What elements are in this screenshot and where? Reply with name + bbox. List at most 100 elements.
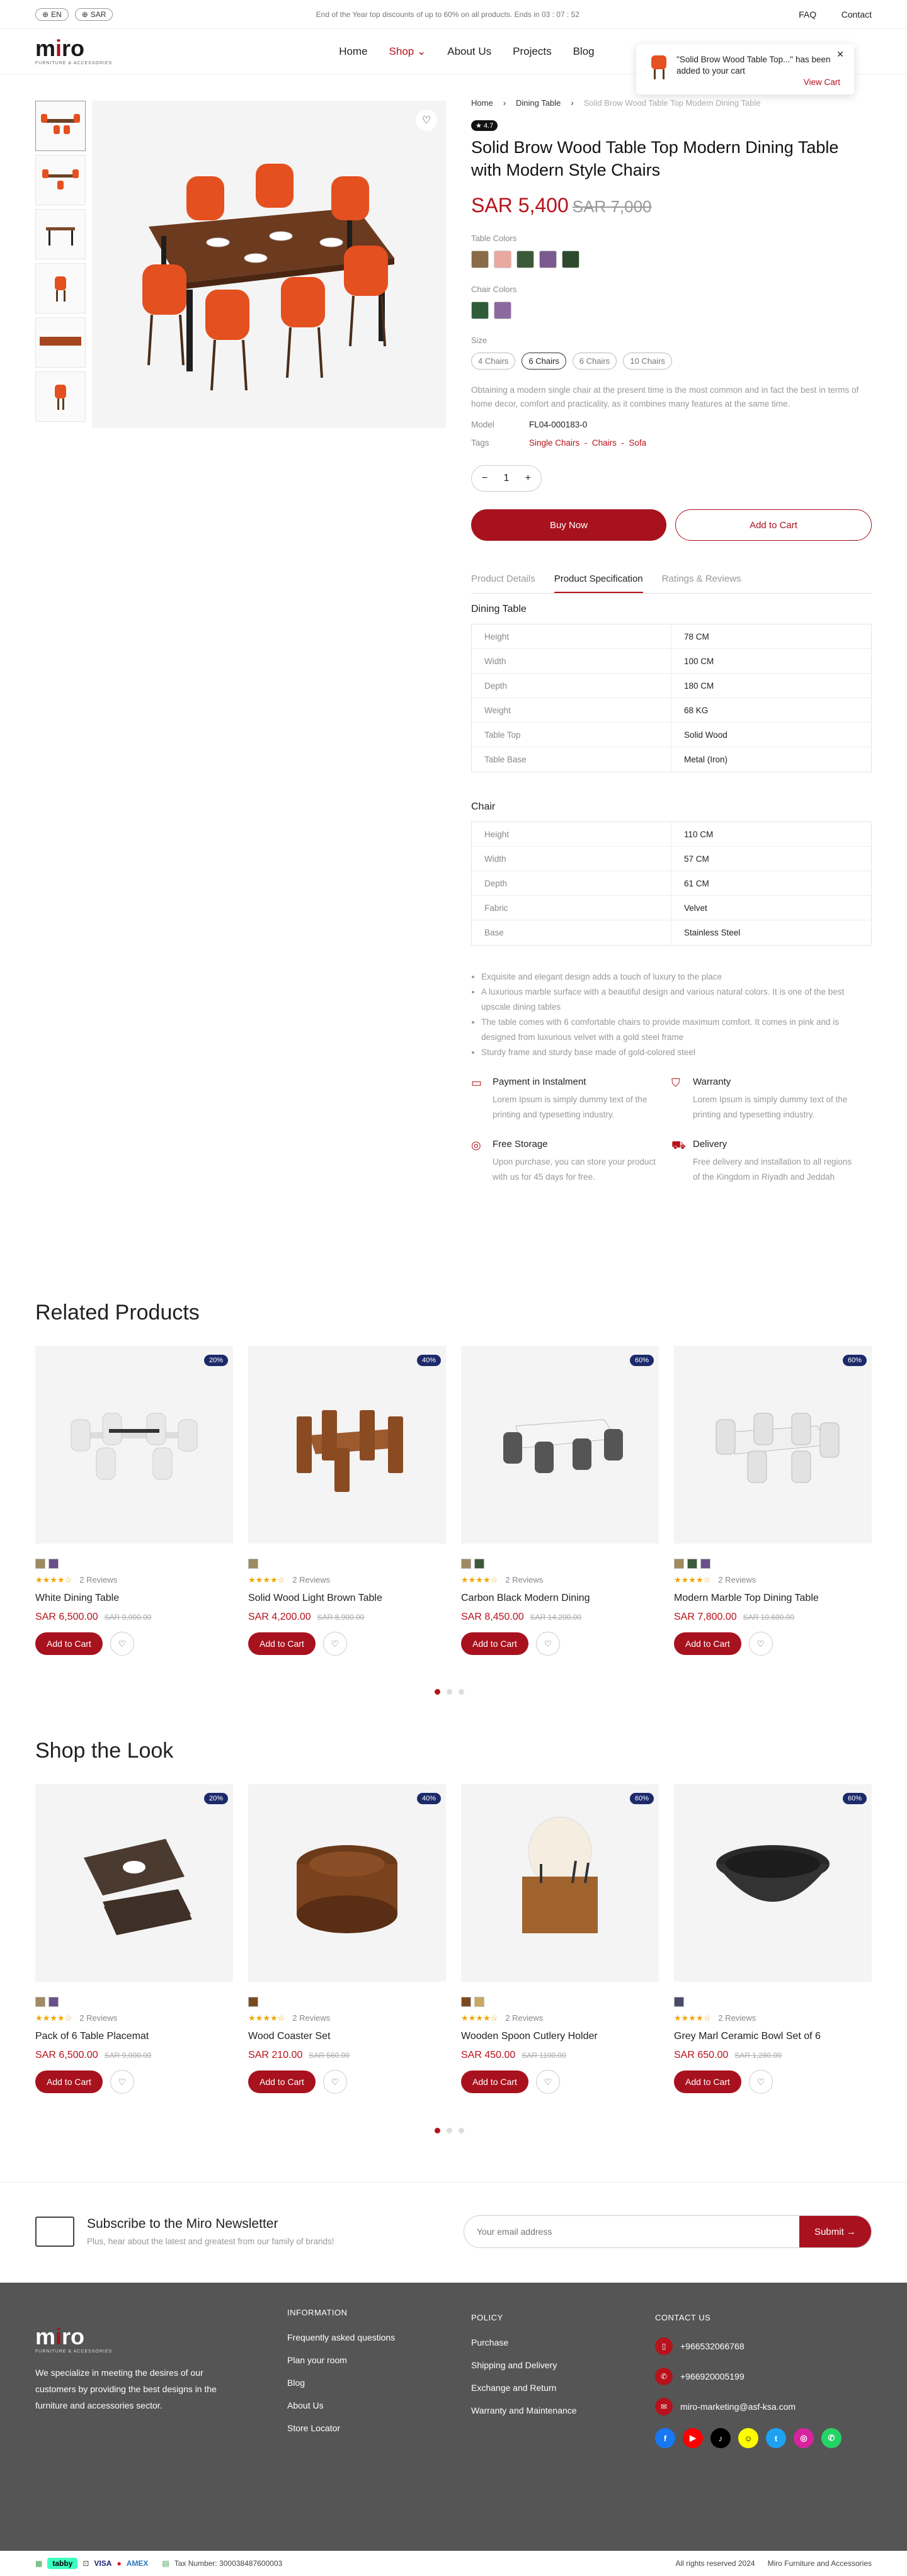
tab-product-specification[interactable]: Product Specification [554,573,643,593]
size-option[interactable]: 4 Chairs [471,353,516,370]
footer-logo[interactable]: miro FURNITURE & ACCESSORIES [35,2325,112,2354]
facebook-icon[interactable]: f [655,2428,675,2448]
quantity-value[interactable]: 1 [504,473,510,484]
carousel-dot[interactable] [459,2128,464,2133]
product-image[interactable]: 60% [674,1784,872,1982]
add-to-cart-button[interactable]: Add to Cart [461,2070,528,2093]
color-swatch[interactable] [674,1997,684,2007]
color-swatch[interactable] [700,1559,710,1569]
carousel-dot[interactable] [447,1689,452,1695]
add-to-cart-button[interactable]: Add to Cart [248,2070,316,2093]
footer-link[interactable]: Purchase [471,2337,577,2347]
color-swatch[interactable] [248,1559,258,1569]
nav-about[interactable]: About Us [447,45,491,58]
thumbnail[interactable] [35,155,86,205]
product-image[interactable]: 60% [461,1784,659,1982]
product-name[interactable]: Wooden Spoon Cutlery Holder [461,2031,659,2042]
color-swatch[interactable] [35,1559,45,1569]
product-image[interactable]: 60% [674,1346,872,1544]
size-option[interactable]: 6 Chairs [572,353,617,370]
contact-link[interactable]: Contact [841,9,872,20]
product-name[interactable]: Solid Wood Light Brown Table [248,1593,446,1604]
color-swatch[interactable] [248,1997,258,2007]
close-icon[interactable]: ✕ [836,49,844,60]
footer-link[interactable]: Warranty and Maintenance [471,2405,577,2415]
footer-link[interactable]: Store Locator [287,2423,395,2433]
contact-email[interactable]: ✉ miro-marketing@asf-ksa.com [655,2398,841,2415]
nav-blog[interactable]: Blog [573,45,595,58]
add-to-cart-button[interactable]: Add to Cart [674,2070,741,2093]
size-option[interactable]: 10 Chairs [623,353,672,370]
product-card[interactable]: 60% ★★★★☆ 2 Reviews Modern Marble Top Din… [674,1346,872,1656]
youtube-icon[interactable]: ▶ [683,2428,703,2448]
add-to-cart-button[interactable]: Add to Cart [674,1632,741,1655]
thumbnail[interactable] [35,263,86,314]
carousel-dot[interactable] [435,1689,440,1695]
footer-link[interactable]: Frequently asked questions [287,2332,395,2342]
product-name[interactable]: Carbon Black Modern Dining [461,1593,659,1604]
view-cart-link[interactable]: View Cart [804,77,840,87]
carousel-dot[interactable] [459,1689,464,1695]
product-card[interactable]: 60% ★★★★☆ 2 Reviews Carbon Black Modern D… [461,1346,659,1656]
product-card[interactable]: 40% ★★★★☆ 2 Reviews Solid Wood Light Brow… [248,1346,446,1656]
submit-button[interactable]: Submit → [799,2216,871,2247]
add-to-cart-button[interactable]: Add to Cart [248,1632,316,1655]
heart-icon[interactable]: ♡ [110,1632,134,1656]
footer-link[interactable]: Shipping and Delivery [471,2360,577,2370]
heart-icon[interactable]: ♡ [748,2070,773,2094]
tab-product-details[interactable]: Product Details [471,573,535,593]
faq-link[interactable]: FAQ [799,9,816,20]
add-to-cart-button[interactable]: Add to Cart [35,2070,103,2093]
contact-phone[interactable]: ✆ +966920005199 [655,2368,841,2385]
product-card[interactable]: 60% ★★★★☆ 2 Reviews Grey Marl Ceramic Bow… [674,1784,872,2094]
wishlist-heart-icon[interactable]: ♡ [416,110,437,131]
product-main-image[interactable]: ♡ [92,101,446,428]
nav-home[interactable]: Home [339,45,367,58]
footer-link[interactable]: Plan your room [287,2355,395,2365]
heart-icon[interactable]: ♡ [110,2070,134,2094]
product-image[interactable]: 40% [248,1346,446,1544]
product-card[interactable]: 40% ★★★★☆ 2 Reviews Wood Coaster Set SAR … [248,1784,446,2094]
language-selector[interactable]: ⊕ EN [35,8,69,21]
color-swatch[interactable] [674,1559,684,1569]
thumbnail[interactable] [35,317,86,368]
color-swatch[interactable] [494,251,511,268]
color-swatch[interactable] [461,1559,471,1569]
add-to-cart-button[interactable]: Add to Cart [35,1632,103,1655]
color-swatch[interactable] [494,302,511,319]
breadcrumb-category[interactable]: Dining Table [516,98,561,108]
carousel-dot[interactable] [435,2128,440,2133]
tab-ratings-reviews[interactable]: Ratings & Reviews [662,573,741,593]
instagram-icon[interactable]: ◎ [794,2428,814,2448]
tag-link[interactable]: Sofa [629,438,646,448]
product-card[interactable]: 20% ★★★★☆ 2 Reviews Pack of 6 Table Place… [35,1784,233,2094]
heart-icon[interactable]: ♡ [322,1632,347,1656]
color-swatch[interactable] [562,251,579,268]
contact-mobile[interactable]: ▯ +966532066768 [655,2337,841,2355]
minus-icon[interactable]: − [482,473,488,484]
product-image[interactable]: 40% [248,1784,446,1982]
heart-icon[interactable]: ♡ [535,1632,560,1656]
add-to-cart-button[interactable]: Add to Cart [461,1632,528,1655]
color-swatch[interactable] [687,1559,697,1569]
heart-icon[interactable]: ♡ [748,1632,773,1656]
color-swatch[interactable] [516,251,534,268]
color-swatch[interactable] [471,251,489,268]
color-swatch[interactable] [471,302,489,319]
product-name[interactable]: Wood Coaster Set [248,2031,446,2042]
snapchat-icon[interactable]: ☺ [738,2428,758,2448]
nav-projects[interactable]: Projects [513,45,551,58]
product-image[interactable]: 20% [35,1784,233,1982]
product-image[interactable]: 20% [35,1346,233,1544]
color-swatch[interactable] [474,1559,484,1569]
plus-icon[interactable]: + [525,473,531,484]
currency-selector[interactable]: ⊕ SAR [74,8,113,21]
footer-link[interactable]: About Us [287,2400,395,2410]
thumbnail[interactable] [35,371,86,422]
product-name[interactable]: White Dining Table [35,1593,233,1604]
color-swatch[interactable] [35,1997,45,2007]
product-name[interactable]: Pack of 6 Table Placemat [35,2031,233,2042]
footer-link[interactable]: Exchange and Return [471,2383,577,2393]
color-swatch[interactable] [48,1997,59,2007]
heart-icon[interactable]: ♡ [535,2070,560,2094]
